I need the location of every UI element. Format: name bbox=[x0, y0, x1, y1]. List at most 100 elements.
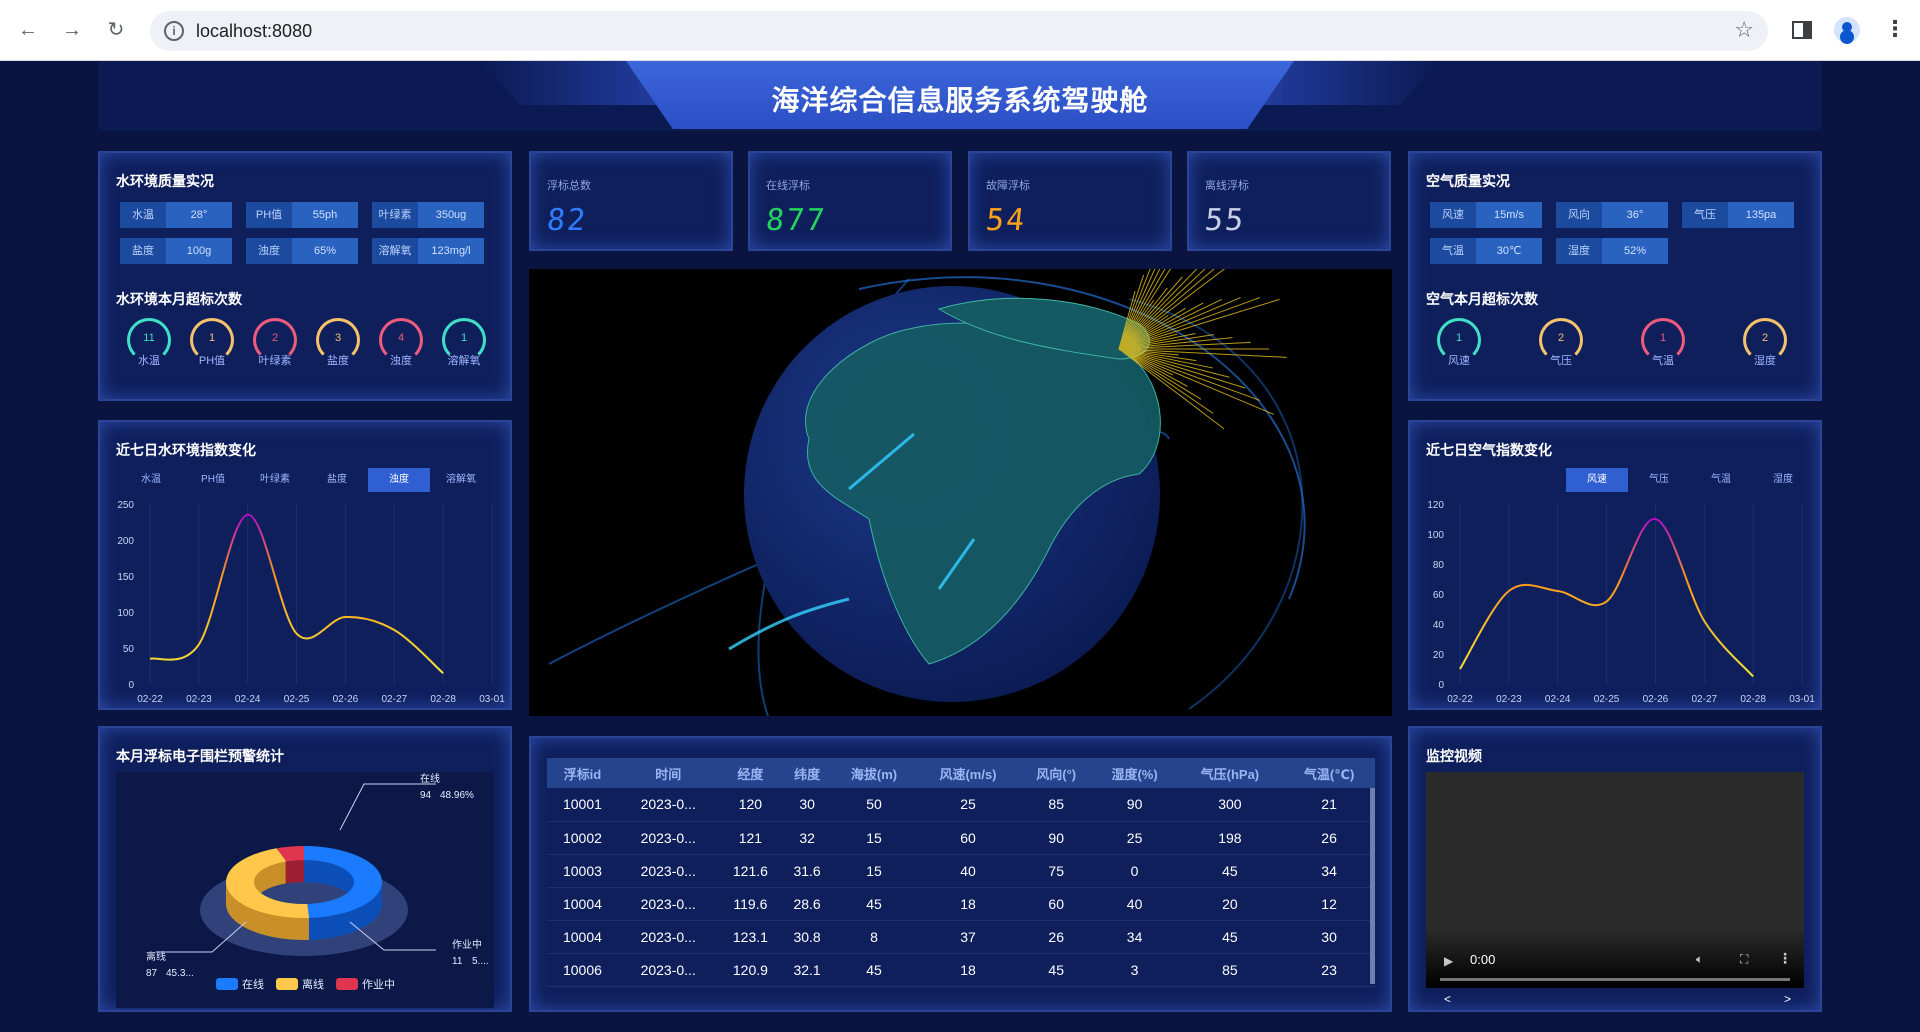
stat-total-buoys: 浮标总数 82 bbox=[529, 151, 733, 251]
table-row[interactable]: 10003 2023-0... 121.6 31.6 15 40 75 0 45 34 bbox=[547, 854, 1375, 888]
table-scrollbar[interactable] bbox=[1370, 788, 1375, 984]
video-controls: ▶ 0:00 🔈︎ ⛶ ⋮ bbox=[1426, 928, 1804, 988]
table-cell: 90 bbox=[1019, 821, 1093, 855]
table-body: 10001 2023-0... 120 30 50 25 85 90 300 21 10002 202… bbox=[547, 788, 1375, 987]
x-tick-label: 02-24 bbox=[1545, 694, 1571, 705]
kv-value: 100g bbox=[166, 238, 232, 264]
chart-tab[interactable]: 气压 bbox=[1628, 468, 1690, 492]
video-prev-button[interactable]: < bbox=[1444, 992, 1451, 1006]
table-cell: 10004 bbox=[547, 920, 618, 954]
play-icon[interactable]: ▶ bbox=[1444, 954, 1453, 968]
table-header-cell: 浮标id bbox=[547, 758, 618, 788]
chart-tab[interactable]: 盐度 bbox=[306, 468, 368, 492]
table-cell: 15 bbox=[831, 821, 917, 855]
water-kv-temp: 水温 28° bbox=[120, 202, 232, 228]
exceed-gauge: 2 湿度 bbox=[1740, 318, 1790, 368]
air-trend-title: 近七日空气指数变化 bbox=[1426, 442, 1552, 458]
table-row[interactable]: 10004 2023-0... 119.6 28.6 45 18 60 40 20 12 bbox=[547, 887, 1375, 921]
table-cell: 60 bbox=[1019, 887, 1093, 921]
table-cell: 30 bbox=[782, 788, 832, 822]
fence-stats-panel: 本月浮标电子围栏预警统计 在线 94 48.96% 作业中 11 5.... 离线 87 45.… bbox=[98, 726, 512, 1012]
stat-faulty-buoys: 故障浮标 54 bbox=[968, 151, 1172, 251]
site-info-icon[interactable]: i bbox=[164, 21, 184, 41]
page-title: 海洋综合信息服务系统驾驶舱 bbox=[771, 85, 1149, 116]
chart-tab[interactable]: PH值 bbox=[182, 468, 244, 492]
x-tick-label: 02-28 bbox=[1740, 694, 1766, 705]
legend-swatch bbox=[216, 978, 238, 990]
air-kv-humidity: 湿度 52% bbox=[1556, 238, 1668, 264]
kv-value: 30℃ bbox=[1476, 238, 1542, 264]
exceed-gauge: 11 水温 bbox=[124, 318, 174, 368]
chart-tab[interactable]: 气温 bbox=[1690, 468, 1752, 492]
more-options-icon[interactable]: ⋮ bbox=[1778, 950, 1792, 967]
kv-label: 风速 bbox=[1430, 202, 1476, 228]
chart-tab[interactable]: 叶绿素 bbox=[244, 468, 306, 492]
table-row[interactable]: 10004 2023-0... 123.1 30.8 8 37 26 34 45 30 bbox=[547, 920, 1375, 954]
table-cell: 3 bbox=[1092, 953, 1177, 987]
air-kv-wind-dir: 风向 36° bbox=[1556, 202, 1668, 228]
volume-icon[interactable]: 🔈︎ bbox=[1696, 952, 1703, 967]
chart-tab[interactable]: 浊度 bbox=[368, 468, 430, 492]
kv-label: 湿度 bbox=[1556, 238, 1602, 264]
table-cell: 26 bbox=[1283, 821, 1375, 855]
table-cell: 45 bbox=[831, 887, 917, 921]
x-tick-label: 02-25 bbox=[284, 694, 310, 705]
table-cell: 18 bbox=[916, 887, 1020, 921]
side-panel-icon[interactable] bbox=[1792, 21, 1812, 39]
bookmark-star-icon[interactable]: ☆ bbox=[1734, 17, 1754, 43]
table-header-cell: 风速(m/s) bbox=[916, 758, 1020, 788]
kv-value: 350ug bbox=[418, 202, 484, 228]
table-cell: 18 bbox=[916, 953, 1020, 987]
chart-tab[interactable]: 湿度 bbox=[1752, 468, 1814, 492]
table-row[interactable]: 10001 2023-0... 120 30 50 25 85 90 300 21 bbox=[547, 788, 1375, 822]
reload-icon[interactable]: ↻ bbox=[102, 16, 130, 44]
back-icon[interactable]: ← bbox=[14, 16, 42, 44]
x-tick-label: 02-23 bbox=[186, 694, 212, 705]
table-cell: 45 bbox=[1176, 920, 1284, 954]
table-cell: 37 bbox=[916, 920, 1020, 954]
air-kv-pressure: 气压 135pa bbox=[1682, 202, 1794, 228]
table-cell: 85 bbox=[1019, 788, 1093, 822]
chart-tab[interactable]: 溶解氧 bbox=[430, 468, 492, 492]
browser-menu-icon[interactable]: ⋮ bbox=[1884, 16, 1906, 42]
legend-label: 作业中 bbox=[362, 978, 395, 991]
profile-avatar[interactable] bbox=[1834, 17, 1860, 43]
x-tick-label: 02-25 bbox=[1594, 694, 1620, 705]
gauge-value: 1 bbox=[1659, 332, 1667, 344]
stat-label: 离线浮标 bbox=[1205, 180, 1249, 192]
y-tick-label: 100 bbox=[1427, 530, 1444, 541]
table-cell: 10003 bbox=[547, 854, 618, 888]
url-text[interactable]: localhost:8080 bbox=[196, 21, 312, 42]
x-tick-label: 02-26 bbox=[333, 694, 359, 705]
pie-label-name: 作业中 bbox=[452, 938, 482, 951]
water-kv-chlorophyll: 叶绿素 350ug bbox=[372, 202, 484, 228]
water-quality-title: 水环境质量实况 bbox=[116, 173, 214, 189]
y-tick-label: 20 bbox=[1433, 650, 1445, 661]
table-cell: 10004 bbox=[547, 887, 618, 921]
pie-label-name: 离线 bbox=[146, 950, 166, 963]
address-bar[interactable]: i localhost:8080 ☆ bbox=[150, 11, 1768, 51]
y-tick-label: 250 bbox=[117, 500, 134, 511]
fullscreen-icon[interactable]: ⛶ bbox=[1740, 952, 1748, 967]
table-header-cell: 气压(hPa) bbox=[1176, 758, 1284, 788]
globe-visualization[interactable] bbox=[529, 269, 1392, 716]
x-tick-label: 02-23 bbox=[1496, 694, 1522, 705]
video-player[interactable]: ▶ 0:00 🔈︎ ⛶ ⋮ bbox=[1426, 772, 1804, 988]
water-trend-tabs: 水温 PH值 叶绿素 盐度 浊度 溶解氧 bbox=[120, 468, 492, 492]
table-row[interactable]: 10002 2023-0... 121 32 15 60 90 25 198 26 bbox=[547, 821, 1375, 855]
stat-value: 877 bbox=[764, 203, 829, 238]
y-tick-label: 0 bbox=[128, 680, 134, 691]
table-cell: 12 bbox=[1283, 887, 1375, 921]
table-cell: 300 bbox=[1176, 788, 1284, 822]
chart-tab[interactable]: 风速 bbox=[1566, 468, 1628, 492]
table-cell: 90 bbox=[1092, 788, 1177, 822]
video-next-button[interactable]: > bbox=[1784, 992, 1791, 1006]
video-progress-bar[interactable] bbox=[1440, 978, 1790, 981]
chart-tab[interactable]: 水温 bbox=[120, 468, 182, 492]
legend-swatch bbox=[336, 978, 358, 990]
table-header-cell: 气温(℃) bbox=[1283, 758, 1375, 788]
air-trend-panel: 近七日空气指数变化 风速 气压 气温 湿度 0 20 40 60 80 100 120 02-22 0… bbox=[1408, 420, 1822, 710]
forward-icon[interactable]: → bbox=[58, 16, 86, 44]
gauge-value: 4 bbox=[397, 332, 405, 344]
table-row[interactable]: 10006 2023-0... 120.9 32.1 45 18 45 3 85 23 bbox=[547, 953, 1375, 987]
